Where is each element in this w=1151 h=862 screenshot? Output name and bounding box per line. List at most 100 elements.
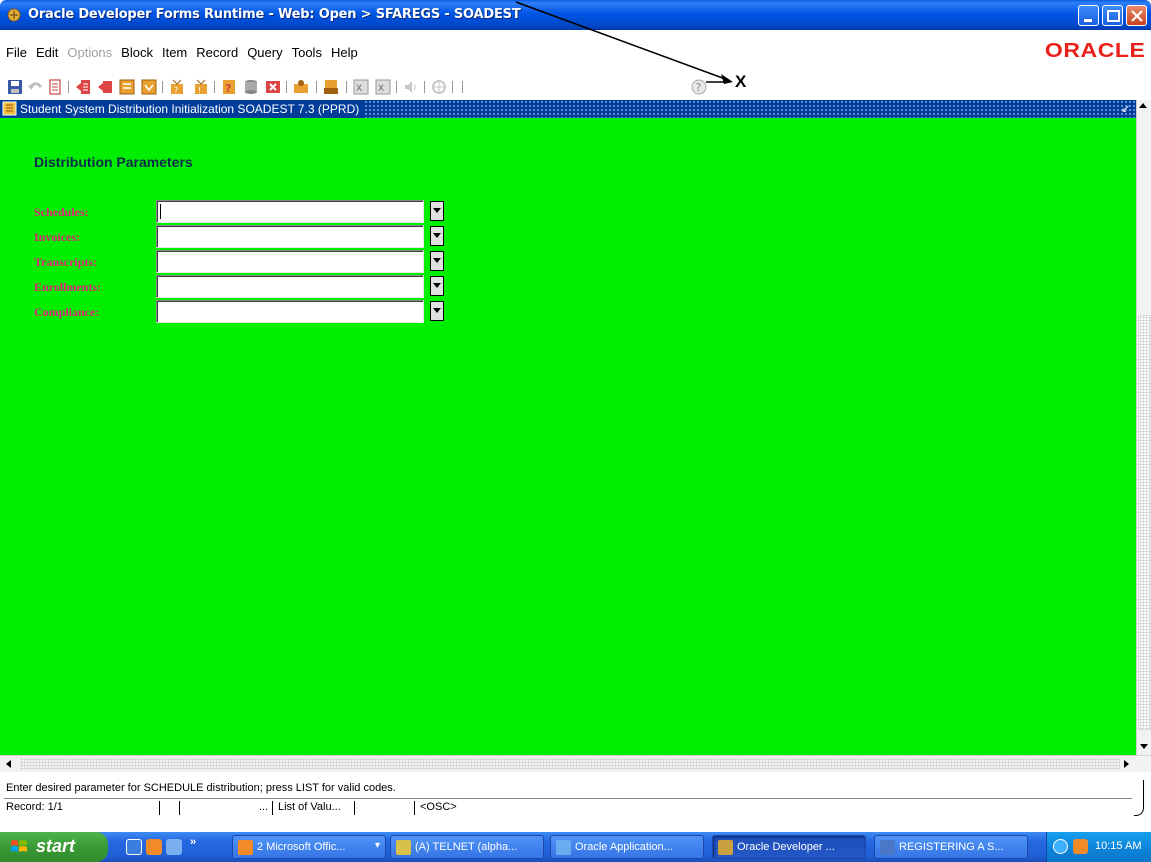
title-bar: Oracle Developer Forms Runtime - Web: Op… <box>0 0 1151 30</box>
window-title: Oracle Developer Forms Runtime - Web: Op… <box>28 7 521 22</box>
form-icon <box>2 101 17 116</box>
form-minimize-icon[interactable]: ↙ <box>1121 102 1137 116</box>
taskbar-item-oracle-developer[interactable]: Oracle Developer ... <box>712 835 866 859</box>
oracle-logo: ORACLE <box>1044 40 1145 62</box>
taskbar-item-registering[interactable]: REGISTERING A S... <box>874 835 1028 859</box>
previous-block-icon[interactable] <box>74 78 92 96</box>
taskbar: start » 2 Microsoft Offic... ▾ (A) TELNE… <box>0 832 1151 862</box>
transcripts-dropdown-icon[interactable] <box>430 251 444 271</box>
enter-query-icon[interactable]: ? <box>168 78 186 96</box>
vertical-scrollbar[interactable] <box>1136 100 1151 755</box>
enrollments-dropdown-icon[interactable] <box>430 276 444 296</box>
execute-query-icon[interactable]: ! <box>192 78 210 96</box>
menu-bar: File Edit Options Block Item Record Quer… <box>0 30 1151 66</box>
telnet-icon <box>396 840 411 855</box>
next-block-icon[interactable] <box>140 78 158 96</box>
menu-record[interactable]: Record <box>196 45 238 60</box>
scroll-right-icon[interactable] <box>1124 760 1129 768</box>
list-of-values-icon[interactable] <box>322 78 340 96</box>
toolbar: ? ! ? X X ? <box>0 66 1151 100</box>
hint-message: Enter desired parameter for SCHEDULE dis… <box>6 782 396 794</box>
menu-edit[interactable]: Edit <box>36 45 58 60</box>
next-record-icon[interactable] <box>118 78 136 96</box>
menu-query[interactable]: Query <box>247 45 282 60</box>
print-icon[interactable] <box>46 78 64 96</box>
taskbar-item-telnet[interactable]: (A) TELNET (alpha... <box>390 835 544 859</box>
vertical-scroll-thumb[interactable] <box>1138 315 1151 730</box>
browser-icon[interactable] <box>166 839 182 855</box>
menu-options[interactable]: Options <box>67 45 112 60</box>
enrollments-label: Enrollments: <box>34 280 102 294</box>
taskbar-item-oracle-application[interactable]: Oracle Application... <box>550 835 704 859</box>
menu-block[interactable]: Block <box>121 45 153 60</box>
exit-icon[interactable]: X <box>374 78 392 96</box>
scheduler-icon[interactable] <box>1073 839 1088 854</box>
compliance-dropdown-icon[interactable] <box>430 301 444 321</box>
minimize-button[interactable] <box>1078 5 1099 26</box>
outlook-icon[interactable] <box>146 839 162 855</box>
clear-record-icon[interactable] <box>264 78 282 96</box>
save-icon[interactable] <box>6 78 24 96</box>
oracle-developer-icon <box>718 840 733 855</box>
section-title: Distribution Parameters <box>34 154 193 170</box>
horizontal-scroll-thumb[interactable] <box>20 758 1120 770</box>
menu-tools[interactable]: Tools <box>292 45 322 60</box>
annotation-label: X <box>735 72 747 91</box>
oracle-forms-icon <box>7 8 21 22</box>
clock[interactable]: 10:15 AM <box>1095 840 1141 852</box>
edit-icon[interactable]: X <box>352 78 370 96</box>
svg-text:!: ! <box>198 86 201 95</box>
status-ellipsis: ... <box>259 801 269 813</box>
previous-record-icon[interactable] <box>96 78 114 96</box>
taskbar-item-office[interactable]: 2 Microsoft Offic... ▾ <box>232 835 386 859</box>
form-title-bar: Student System Distribution Initializati… <box>0 100 1141 118</box>
menu-file[interactable]: File <box>6 45 27 60</box>
copy-icon[interactable] <box>292 78 310 96</box>
transcripts-label: Transcripts: <box>34 255 98 269</box>
start-label: start <box>36 836 76 856</box>
chevron-down-icon: ▾ <box>374 840 380 851</box>
minimize-icon <box>1084 19 1092 22</box>
compliance-label: Compliance: <box>34 305 100 319</box>
maximize-icon <box>1107 10 1120 22</box>
schedules-dropdown-icon[interactable] <box>430 201 444 221</box>
schedules-input[interactable] <box>156 200 424 223</box>
horizontal-scrollbar[interactable] <box>0 755 1151 772</box>
scroll-down-icon[interactable] <box>1140 744 1148 749</box>
oracle-application-icon <box>556 840 571 855</box>
quick-launch-chevron-icon[interactable]: » <box>190 836 196 848</box>
start-button[interactable]: start <box>0 832 108 862</box>
svg-text:?: ? <box>225 82 231 95</box>
office-icon <box>238 840 253 855</box>
invoices-label: Invoices: <box>34 230 80 244</box>
osc-indicator: <OSC> <box>420 801 457 813</box>
maximize-button[interactable] <box>1102 5 1123 26</box>
record-count: Record: 1/1 <box>6 801 63 813</box>
windows-logo-icon <box>11 840 27 852</box>
help-question-icon[interactable]: ? <box>690 78 708 96</box>
insert-record-icon[interactable]: ? <box>220 78 238 96</box>
compliance-input[interactable] <box>156 300 424 323</box>
close-button[interactable] <box>1126 5 1147 26</box>
scroll-up-icon[interactable] <box>1139 103 1147 108</box>
tray-expand-icon[interactable] <box>1053 839 1068 854</box>
menu-help[interactable]: Help <box>331 45 358 60</box>
svg-text:?: ? <box>696 81 702 94</box>
menu-item[interactable]: Item <box>162 45 187 60</box>
svg-text:X: X <box>378 84 384 94</box>
options-icon[interactable] <box>430 78 448 96</box>
lov-indicator: List of Valu... <box>278 801 341 813</box>
invoices-input[interactable] <box>156 225 424 248</box>
invoices-dropdown-icon[interactable] <box>430 226 444 246</box>
remove-record-icon[interactable] <box>242 78 260 96</box>
schedules-label: Schedules: <box>34 205 89 219</box>
scroll-left-icon[interactable] <box>6 760 11 768</box>
enrollments-input[interactable] <box>156 275 424 298</box>
status-area: Enter desired parameter for SCHEDULE dis… <box>0 772 1151 818</box>
transcripts-input[interactable] <box>156 250 424 273</box>
form-canvas: Distribution Parameters Schedules: Invoi… <box>0 118 1136 755</box>
rollback-icon[interactable] <box>26 78 44 96</box>
form-title-text: Student System Distribution Initializati… <box>20 102 360 116</box>
speaker-icon[interactable] <box>402 78 420 96</box>
internet-explorer-icon[interactable] <box>126 839 142 855</box>
